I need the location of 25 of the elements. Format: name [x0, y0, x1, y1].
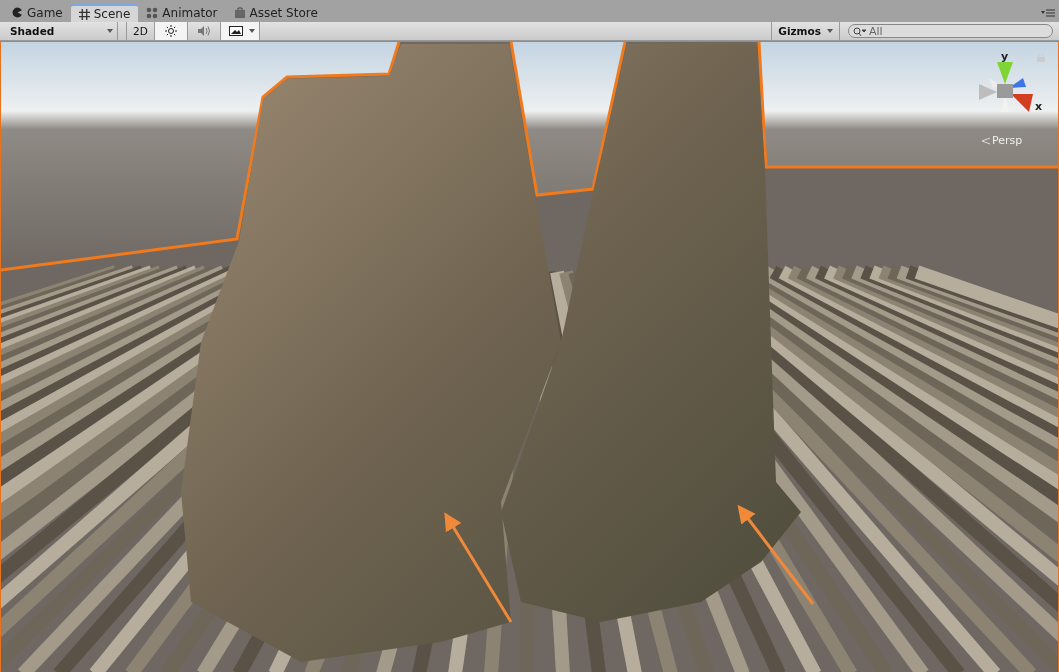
x-axis-label: x	[1035, 100, 1043, 113]
panel-tab[interactable]: Animator	[138, 3, 226, 22]
speaker-icon	[196, 25, 211, 37]
caret-icon	[827, 29, 833, 33]
effects-dropdown[interactable]	[220, 22, 260, 40]
nodes-icon	[146, 6, 159, 19]
panel-tab[interactable]: Scene	[70, 4, 139, 22]
2d-toggle[interactable]: 2D	[127, 22, 155, 40]
caret-icon	[248, 29, 255, 33]
draw-mode-dropdown[interactable]: Shaded	[0, 22, 118, 40]
search-icon	[853, 27, 867, 37]
search-field[interactable]: All	[848, 24, 1053, 38]
pacman-icon	[12, 7, 23, 18]
gizmos-dropdown[interactable]: Gizmos	[771, 22, 840, 40]
y-axis-label: y	[1001, 50, 1009, 63]
lighting-toggle[interactable]	[154, 22, 188, 40]
bag-icon	[233, 7, 246, 18]
chevron-icon	[981, 136, 990, 145]
panel-tab[interactable]: Asset Store	[225, 3, 326, 22]
panel-tab[interactable]: Game	[4, 3, 71, 22]
caret-icon	[107, 29, 113, 33]
menu-icon[interactable]	[1041, 9, 1055, 17]
grid-icon	[78, 8, 90, 20]
image-icon	[228, 26, 243, 36]
sun-icon	[164, 25, 177, 37]
